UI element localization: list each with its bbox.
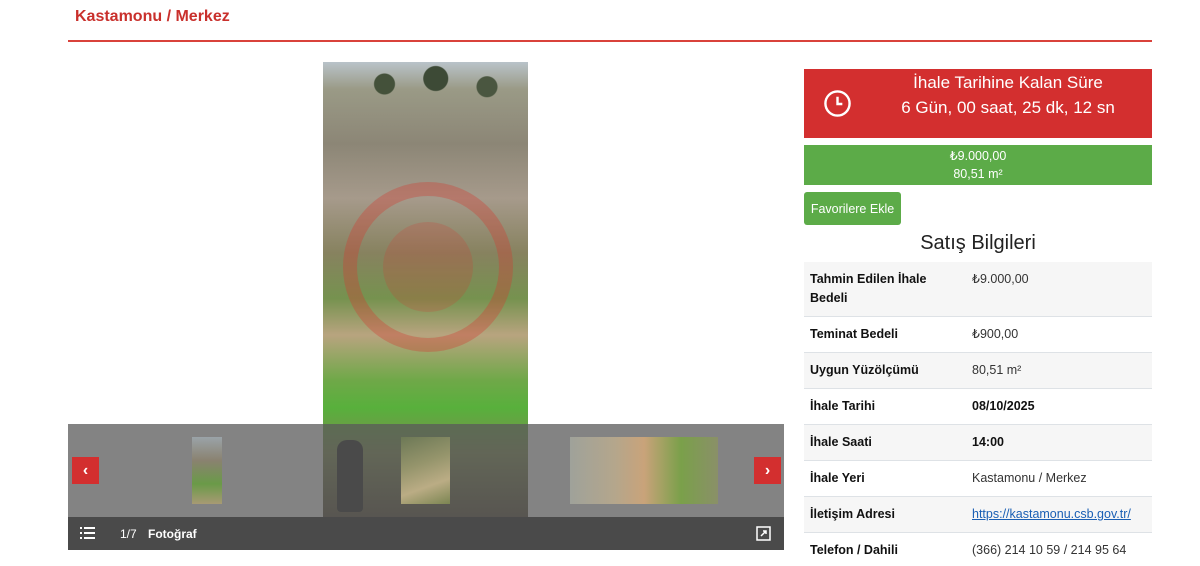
row-value: 08/10/2025 — [966, 388, 1152, 425]
next-photo-button[interactable]: › — [754, 457, 781, 484]
table-row: İhale Yeri Kastamonu / Merkez — [804, 460, 1152, 497]
gallery-caption-bar: 1/7 Fotoğraf — [68, 517, 784, 550]
table-row: İhale Saati 14:00 — [804, 424, 1152, 461]
photo-trees — [323, 62, 528, 117]
row-label: Uygun Yüzölçümü — [804, 352, 966, 389]
watermark-seal-center — [383, 222, 473, 312]
table-row: Tahmin Edilen İhale Bedeli ₺9.000,00 — [804, 262, 1152, 317]
thumbnail-2[interactable] — [401, 437, 450, 504]
thumbnail-3[interactable] — [570, 437, 718, 504]
sales-info-table: Tahmin Edilen İhale Bedeli ₺9.000,00 Tem… — [804, 262, 1152, 566]
countdown-title: İhale Tarihine Kalan Süre — [913, 73, 1103, 92]
row-value: ₺900,00 — [966, 316, 1152, 353]
row-value: https://kastamonu.csb.gov.tr/ — [966, 496, 1152, 533]
thumbnail-strip: ‹ › — [68, 424, 784, 517]
list-icon[interactable] — [80, 527, 95, 539]
row-value: 80,51 m² — [966, 352, 1152, 389]
table-row: Teminat Bedeli ₺900,00 — [804, 316, 1152, 353]
row-value: 14:00 — [966, 424, 1152, 461]
sales-info-title: Satış Bilgileri — [920, 232, 1036, 254]
row-label: Telefon / Dahili — [804, 532, 966, 566]
row-label: Tahmin Edilen İhale Bedeli — [804, 262, 966, 317]
price-summary: ₺9.000,00 80,51 m² — [804, 145, 1152, 185]
photo-gallery: ‹ › 1/7 Fotoğraf — [68, 62, 784, 550]
contact-address-link[interactable]: https://kastamonu.csb.gov.tr/ — [972, 507, 1131, 521]
breadcrumb: Kastamonu / Merkez — [75, 8, 230, 25]
table-row: Uygun Yüzölçümü 80,51 m² — [804, 352, 1152, 389]
auction-countdown: İhale Tarihine Kalan Süre 6 Gün, 00 saat… — [804, 69, 1152, 138]
price-area: 80,51 m² — [953, 167, 1003, 181]
table-row: Telefon / Dahili (366) 214 10 59 / 214 9… — [804, 532, 1152, 566]
thumbnail-1[interactable] — [192, 437, 222, 504]
header-divider — [68, 40, 1152, 42]
fullscreen-icon[interactable] — [756, 526, 771, 541]
table-row: İhale Tarihi 08/10/2025 — [804, 388, 1152, 425]
row-label: İhale Yeri — [804, 460, 966, 497]
price-amount: ₺9.000,00 — [949, 149, 1007, 163]
photo-caption: Fotoğraf — [148, 527, 197, 541]
row-label: İletişim Adresi — [804, 496, 966, 533]
countdown-value: 6 Gün, 00 saat, 25 dk, 12 sn — [901, 98, 1115, 117]
add-to-favorites-button[interactable]: Favorilere Ekle — [804, 192, 901, 225]
clock-icon — [824, 90, 851, 117]
row-value: (366) 214 10 59 / 214 95 64 — [966, 532, 1152, 566]
row-value: ₺9.000,00 — [966, 262, 1152, 317]
photo-counter: 1/7 — [120, 527, 137, 541]
row-value: Kastamonu / Merkez — [966, 460, 1152, 497]
row-label: İhale Saati — [804, 424, 966, 461]
row-label: Teminat Bedeli — [804, 316, 966, 353]
prev-photo-button[interactable]: ‹ — [72, 457, 99, 484]
table-row: İletişim Adresi https://kastamonu.csb.go… — [804, 496, 1152, 533]
row-label: İhale Tarihi — [804, 388, 966, 425]
